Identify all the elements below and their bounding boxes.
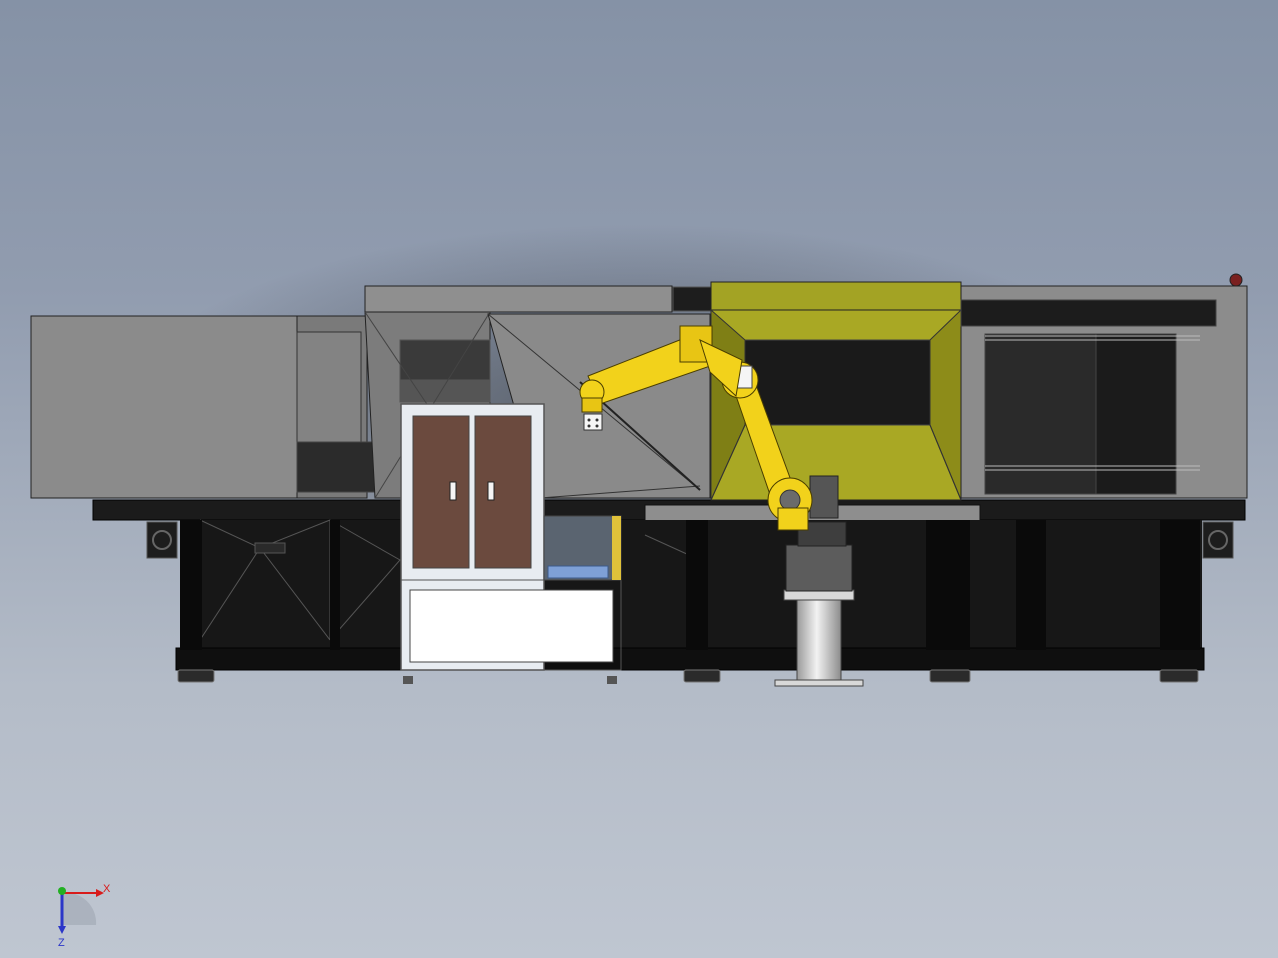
door-handle-left[interactable] (449, 481, 457, 501)
status-lamp (1229, 273, 1243, 287)
injection-unit (30, 315, 406, 499)
y-axis-marker (58, 887, 66, 895)
coordinate-triad: X Z (58, 883, 111, 949)
clamping-unit (960, 273, 1248, 499)
robot-pedestal-base (774, 679, 864, 687)
z-axis-label: Z (58, 937, 65, 949)
assembly-model-view[interactable]: X Z (0, 0, 1278, 958)
robot-gripper (583, 413, 603, 431)
machine-base-frame (92, 499, 1246, 683)
x-axis-label: X (103, 883, 111, 895)
cad-viewport[interactable]: X Z (0, 0, 1278, 958)
cabinet-lower-panel (409, 589, 614, 663)
door-handle-right[interactable] (487, 481, 495, 501)
robot-pedestal (796, 597, 842, 681)
robot-base (785, 544, 853, 592)
cabinet-door-right[interactable] (474, 415, 532, 569)
cabinet-door-left[interactable] (412, 415, 470, 569)
